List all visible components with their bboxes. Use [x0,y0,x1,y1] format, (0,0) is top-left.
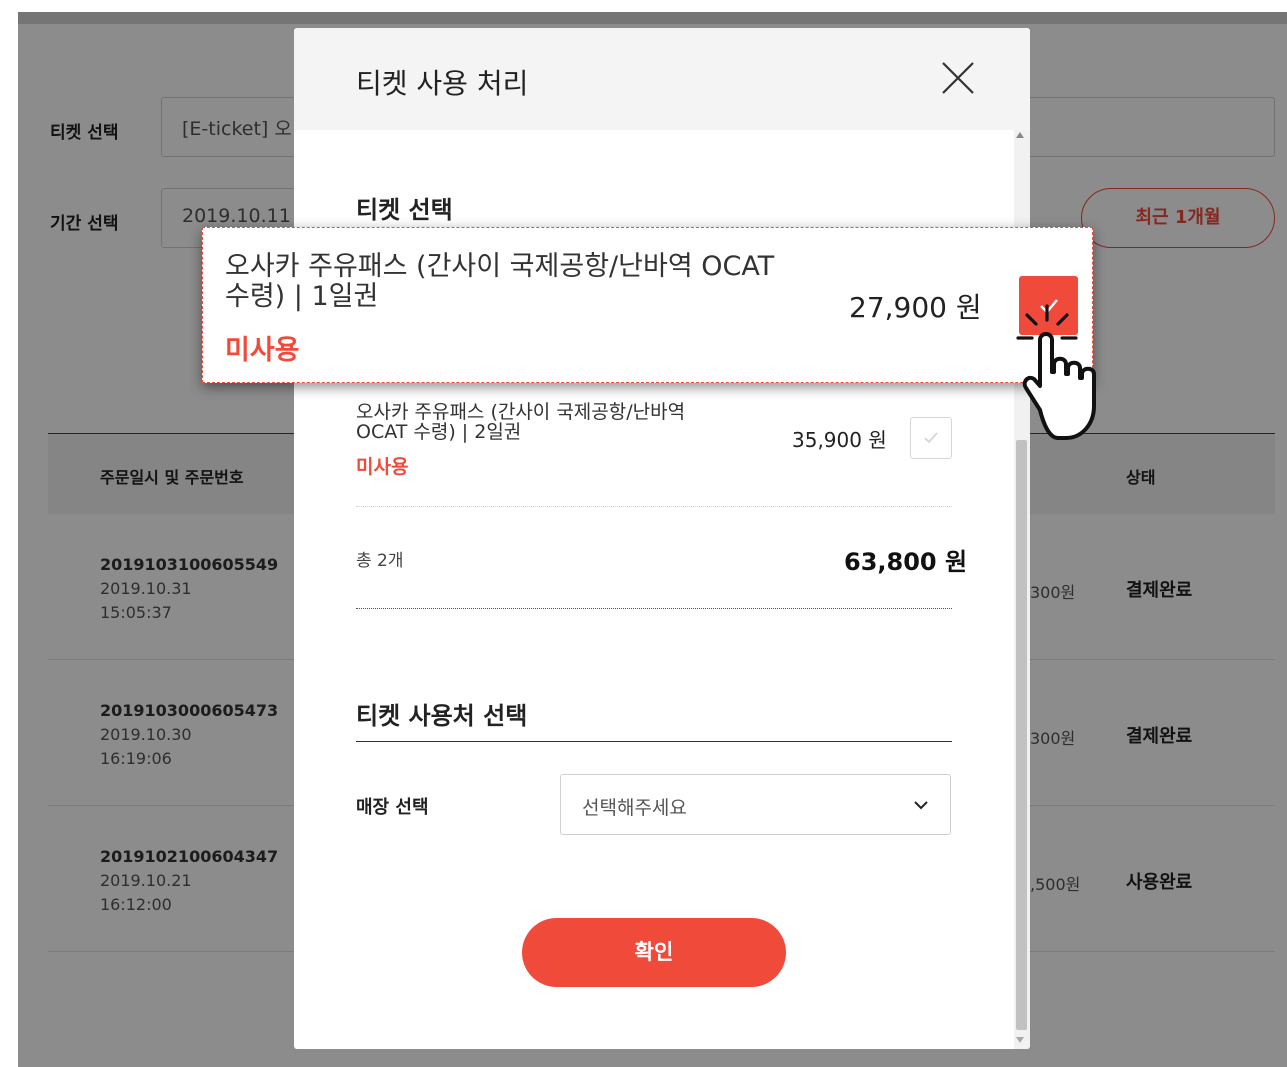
total-count-label: 총 2개 [356,551,404,571]
chevron-down-icon [914,801,928,810]
ticket-item-price: 35,900 원 [792,428,887,452]
confirm-button[interactable]: 확인 [522,918,786,987]
store-select-value: 선택해주세요 [582,797,687,819]
section-divider [356,741,952,742]
ticket-item-status: 미사용 [225,335,300,366]
check-icon [924,432,938,444]
store-select-dropdown[interactable]: 선택해주세요 [560,774,951,835]
modal-title: 티켓 사용 처리 [356,67,529,100]
close-icon[interactable] [940,60,976,96]
scroll-up-arrow-icon[interactable] [1016,132,1024,138]
hand-pointer-icon [1016,304,1096,440]
total-amount: 63,800 원 [844,548,968,576]
highlighted-ticket-item[interactable]: 오사카 주유패스 (간사이 국제공항/난바역 OCAT 수령) | 1일권 미사… [202,227,1093,383]
total-separator [356,608,952,609]
ticket-item-name: 오사카 주유패스 (간사이 국제공항/난바역 OCAT 수령) | 1일권 [225,251,775,312]
modal-header: 티켓 사용 처리 [294,28,1030,130]
ticket-item-price: 27,900 원 [849,291,982,324]
store-select-label: 매장 선택 [356,797,429,818]
item-separator [356,506,952,507]
scroll-down-arrow-icon[interactable] [1016,1037,1024,1043]
section-title-ticket: 티켓 선택 [356,196,453,224]
section-title-place: 티켓 사용처 선택 [356,702,528,730]
ticket-item-name: 오사카 주유패스 (간사이 국제공항/난바역 OCAT 수령) | 2일권 [356,401,686,443]
ticket-item-checkbox[interactable] [910,417,952,459]
scrollbar-thumb[interactable] [1016,440,1027,1030]
ticket-use-modal: 티켓 사용 처리 티켓 선택 오사카 주유패스 (간사이 국제공항/난바역 OC… [294,28,1030,1049]
ticket-item-status: 미사용 [356,456,409,478]
